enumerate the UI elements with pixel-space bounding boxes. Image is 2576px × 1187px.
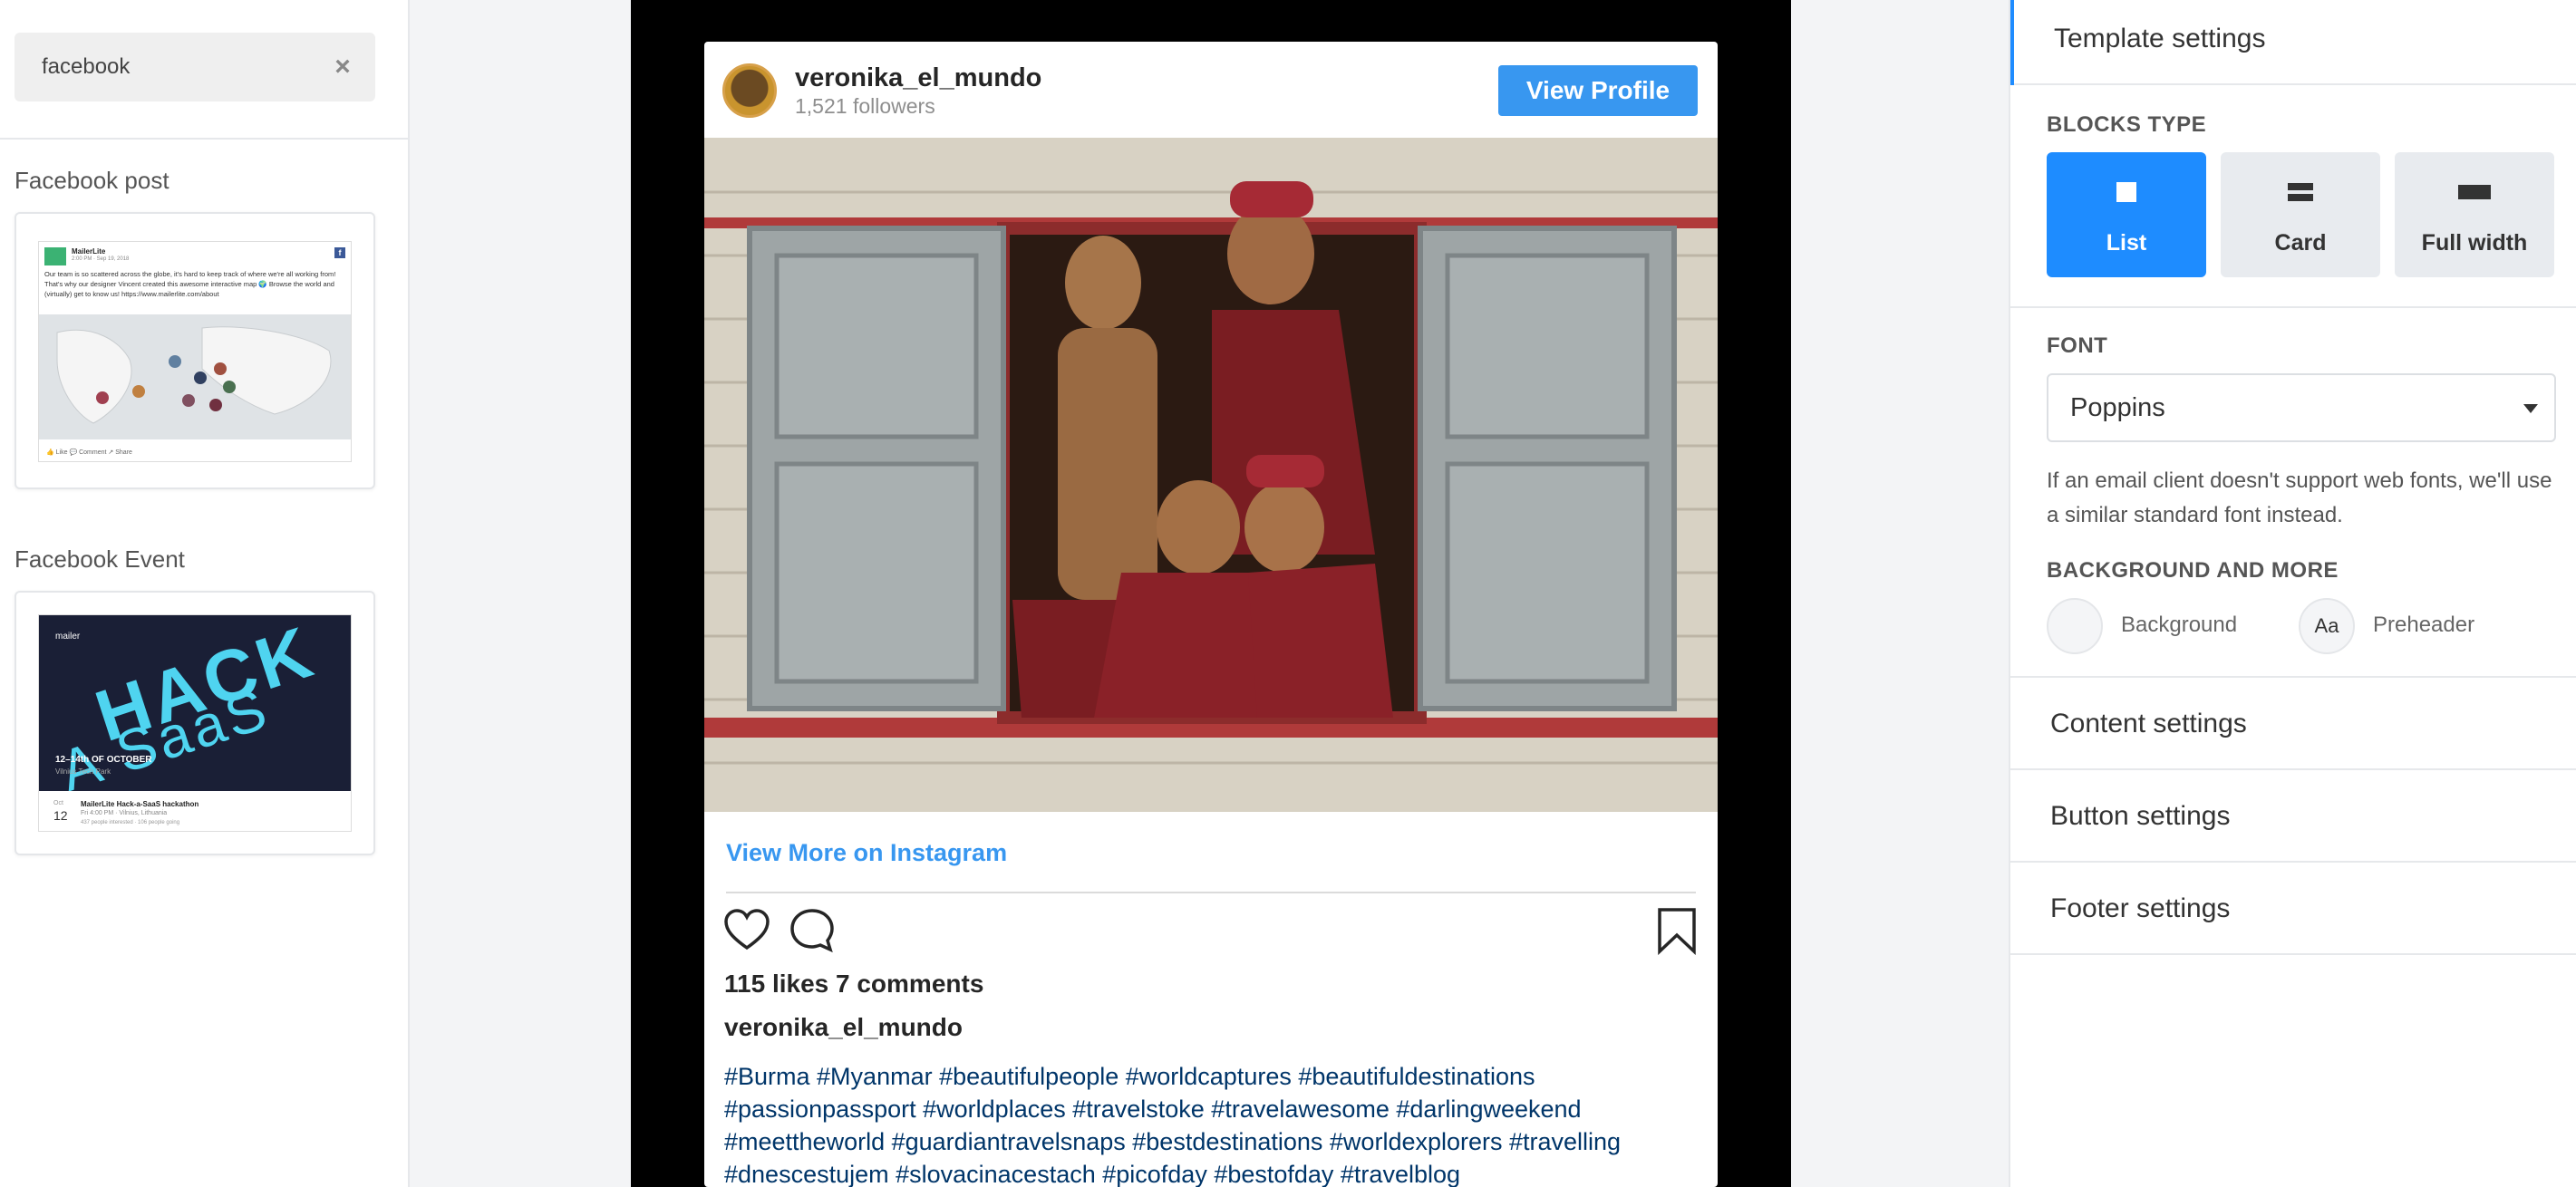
footer-settings-section[interactable]: Footer settings (2010, 863, 2576, 955)
section-title-facebook-event: Facebook Event (15, 545, 185, 573)
world-map-image (39, 314, 351, 439)
active-indicator (2010, 0, 2014, 85)
font-select[interactable]: Poppins (2047, 373, 2556, 442)
event-month: Oct (53, 800, 63, 806)
hashtag-line: #dnescestujem #slovacinacestach #picofda… (724, 1161, 1461, 1187)
instagram-post-block[interactable]: veronika_el_mundo 1,521 followers View P… (704, 42, 1718, 1187)
avatar (722, 63, 777, 118)
block-type-label: Full width (2421, 230, 2528, 256)
button-settings-title: Button settings (2050, 801, 2231, 831)
block-search[interactable]: × (15, 33, 375, 101)
view-more-on-instagram-link[interactable]: View More on Instagram (726, 839, 1007, 867)
facebook-icon: f (334, 247, 345, 258)
background-and-more-label: BACKGROUND AND MORE (2047, 558, 2339, 583)
view-profile-button[interactable]: View Profile (1498, 65, 1698, 116)
facebook-post-thumbnail: MailerLite 2:00 PM · Sep 19, 2018 f Our … (38, 241, 352, 462)
button-settings-section[interactable]: Button settings (2010, 770, 2576, 863)
search-input[interactable] (42, 33, 332, 101)
chevron-down-icon (2523, 404, 2538, 413)
settings-panel: Template settings BLOCKS TYPE List Card … (2009, 0, 2576, 1187)
background-color-swatch[interactable] (2047, 598, 2103, 654)
hashtag-line: #Burma #Myanmar #beautifulpeople #worldc… (724, 1063, 1535, 1090)
preheader-label: Preheader (2373, 613, 2475, 637)
template-settings-title: Template settings (2054, 24, 2266, 53)
event-day: 12 (53, 808, 68, 823)
divider (0, 138, 410, 140)
hashtag-line: #meettheworld #guardiantravelsnaps #best… (724, 1128, 1622, 1155)
instagram-username: veronika_el_mundo (795, 63, 1042, 92)
post-photo (704, 138, 1718, 812)
list-block-icon (2114, 179, 2139, 209)
thumb-date: 2:00 PM · Sep 19, 2018 (72, 256, 130, 262)
preheader-button[interactable]: Aa (2299, 598, 2355, 654)
banner-location: Vilnius Tech Park (55, 767, 111, 776)
divider (726, 892, 1696, 893)
comment-icon[interactable] (788, 906, 837, 955)
font-selected-value: Poppins (2070, 393, 2165, 422)
block-type-list-button[interactable]: List (2047, 152, 2206, 277)
footer-settings-title: Footer settings (2050, 893, 2231, 923)
close-icon[interactable]: × (330, 53, 355, 81)
event-stats: 437 people interested · 106 people going (81, 820, 180, 825)
divider (2010, 306, 2576, 308)
thumb-actions: 👍 Like 💬 Comment ↗ Share (46, 449, 132, 456)
card-block-icon (2288, 179, 2313, 209)
template-settings-header[interactable]: Template settings (2010, 0, 2576, 85)
mailerlite-logo-icon (44, 247, 66, 265)
font-help-text: If an email client doesn't support web f… (2047, 468, 2552, 527)
content-settings-title: Content settings (2050, 709, 2247, 738)
block-type-card-button[interactable]: Card (2221, 152, 2380, 277)
likes-comments-count: 115 likes 7 comments (724, 970, 984, 998)
background-label: Background (2121, 613, 2238, 637)
facebook-post-block[interactable]: MailerLite 2:00 PM · Sep 19, 2018 f Our … (15, 212, 375, 489)
block-type-label: Card (2274, 230, 2327, 256)
caption-username: veronika_el_mundo (724, 1013, 963, 1041)
facebook-event-block[interactable]: mailer HACK A SaaS 12–14th OF OCTOBER Vi… (15, 591, 375, 855)
heart-icon[interactable] (722, 906, 771, 955)
font-label: FONT (2047, 333, 2108, 358)
section-title-facebook-post: Facebook post (15, 167, 169, 194)
event-subtitle: Fri 4:00 PM · Vilnius, Lithuania (81, 810, 168, 816)
block-type-label: List (2106, 230, 2147, 256)
thumb-text: Our team is so scattered across the glob… (44, 270, 336, 298)
event-title: MailerLite Hack-a-SaaS hackathon (81, 800, 199, 808)
blocks-type-label: BLOCKS TYPE (2047, 112, 2207, 137)
blocks-sidebar: × Facebook post MailerLite 2:00 PM · Sep… (0, 0, 410, 1187)
preheader-icon: Aa (2314, 614, 2339, 637)
banner-logo: mailer (55, 632, 81, 642)
facebook-event-thumbnail: mailer HACK A SaaS 12–14th OF OCTOBER Vi… (38, 614, 352, 832)
bookmark-icon[interactable] (1652, 906, 1701, 956)
hashtag-line: #passionpassport #worldplaces #travelsto… (724, 1095, 1582, 1123)
caption-hashtags: #Burma #Myanmar #beautifulpeople #worldc… (724, 1060, 1703, 1187)
content-settings-section[interactable]: Content settings (2010, 678, 2576, 770)
banner-date: 12–14th OF OCTOBER (55, 755, 152, 765)
full-width-block-icon (2458, 179, 2491, 209)
thumb-author: MailerLite (72, 247, 106, 256)
event-banner-image: mailer HACK A SaaS 12–14th OF OCTOBER Vi… (39, 615, 351, 791)
follower-count: 1,521 followers (795, 94, 935, 118)
block-type-full-width-button[interactable]: Full width (2395, 152, 2554, 277)
